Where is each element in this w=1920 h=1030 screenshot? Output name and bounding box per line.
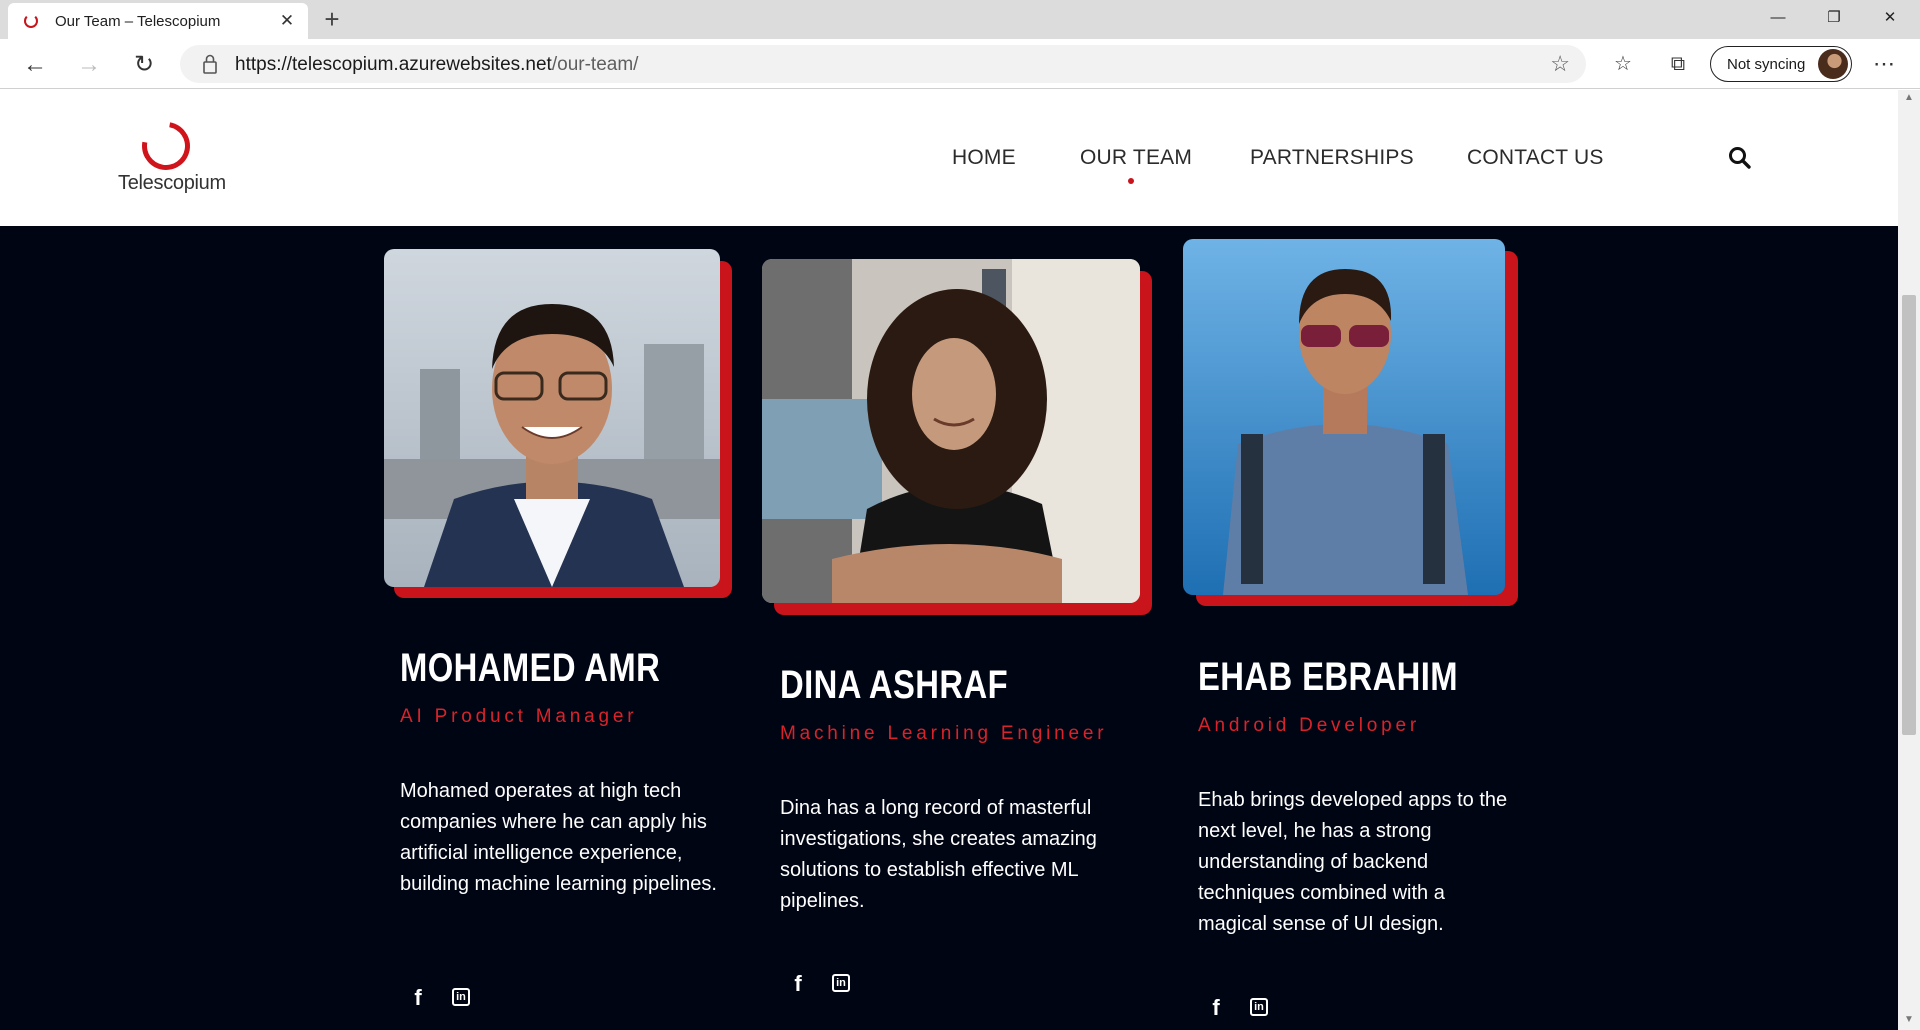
- team-section: MOHAMED AMR AI Product Manager Mohamed o…: [0, 226, 1898, 1030]
- browser-tab[interactable]: Our Team – Telescopium ✕: [8, 3, 308, 39]
- sync-label: Not syncing: [1727, 56, 1806, 73]
- page-scrollbar[interactable]: ▲ ▼: [1898, 90, 1920, 1030]
- url-host: https://telescopium.azurewebsites.net: [235, 54, 552, 75]
- linkedin-icon[interactable]: in: [452, 988, 470, 1006]
- profile-sync-button[interactable]: Not syncing: [1710, 46, 1852, 82]
- url-path: /our-team/: [551, 54, 639, 75]
- close-tab-icon[interactable]: ✕: [276, 10, 298, 32]
- refresh-icon[interactable]: ↻: [126, 47, 162, 83]
- active-nav-indicator: [1128, 178, 1134, 184]
- logo-text[interactable]: Telescopium: [118, 172, 226, 195]
- tab-title: Our Team – Telescopium: [55, 13, 221, 30]
- member-photo: [1183, 239, 1505, 595]
- member-name: DINA ASHRAF: [780, 663, 1009, 707]
- collections-icon[interactable]: ⧉: [1662, 48, 1694, 80]
- nav-our-team[interactable]: OUR TEAM: [1080, 146, 1192, 170]
- telescopium-logo-icon[interactable]: [132, 112, 200, 180]
- web-page: Telescopium HOME OUR TEAM PARTNERSHIPS C…: [0, 90, 1898, 1030]
- scroll-thumb[interactable]: [1902, 295, 1916, 735]
- favorite-star-icon[interactable]: ☆: [1550, 51, 1570, 77]
- close-window-icon[interactable]: ✕: [1862, 0, 1918, 36]
- url-text: https://telescopium.azurewebsites.net/ou…: [235, 54, 638, 76]
- facebook-icon[interactable]: f: [1205, 997, 1227, 1019]
- nav-home[interactable]: HOME: [952, 146, 1016, 170]
- member-bio: Dina has a long record of masterful inve…: [780, 797, 1097, 912]
- maximize-icon[interactable]: ❐: [1806, 0, 1862, 36]
- search-icon[interactable]: [1727, 145, 1753, 171]
- linkedin-icon[interactable]: in: [832, 974, 850, 992]
- tab-strip: Our Team – Telescopium ✕ + — ❐ ✕: [0, 0, 1920, 39]
- more-icon[interactable]: ⋯: [1868, 48, 1900, 80]
- scroll-up-icon[interactable]: ▲: [1903, 92, 1915, 104]
- minimize-icon[interactable]: —: [1750, 0, 1806, 36]
- member-role: Android Developer: [1198, 715, 1420, 736]
- forward-icon[interactable]: →: [71, 47, 107, 83]
- linkedin-icon[interactable]: in: [1250, 998, 1268, 1016]
- nav-contact-us[interactable]: CONTACT US: [1467, 146, 1604, 170]
- nav-partnerships[interactable]: PARTNERSHIPS: [1250, 146, 1414, 170]
- member-photo: [384, 249, 720, 587]
- facebook-icon[interactable]: f: [787, 973, 809, 995]
- site-favicon-icon: [24, 14, 38, 28]
- avatar: [1818, 49, 1848, 79]
- facebook-icon[interactable]: f: [407, 987, 429, 1009]
- browser-toolbar: ← → ↻ https://telescopium.azurewebsites.…: [0, 39, 1920, 89]
- member-role: Machine Learning Engineer: [780, 723, 1108, 744]
- scroll-down-icon[interactable]: ▼: [1903, 1014, 1915, 1026]
- member-name: MOHAMED AMR: [400, 646, 661, 690]
- member-bio: Ehab brings developed apps to the next l…: [1198, 789, 1508, 935]
- site-header: Telescopium HOME OUR TEAM PARTNERSHIPS C…: [0, 90, 1898, 226]
- lock-icon: [203, 54, 217, 74]
- favorites-icon[interactable]: ☆: [1607, 48, 1639, 80]
- member-photo: [762, 259, 1140, 603]
- member-name: EHAB EBRAHIM: [1198, 655, 1459, 699]
- address-bar[interactable]: https://telescopium.azurewebsites.net/ou…: [180, 45, 1586, 83]
- back-icon[interactable]: ←: [17, 47, 53, 83]
- member-role: AI Product Manager: [400, 706, 638, 727]
- new-tab-button[interactable]: +: [316, 4, 348, 36]
- member-bio: Mohamed operates at high tech companies …: [400, 780, 717, 895]
